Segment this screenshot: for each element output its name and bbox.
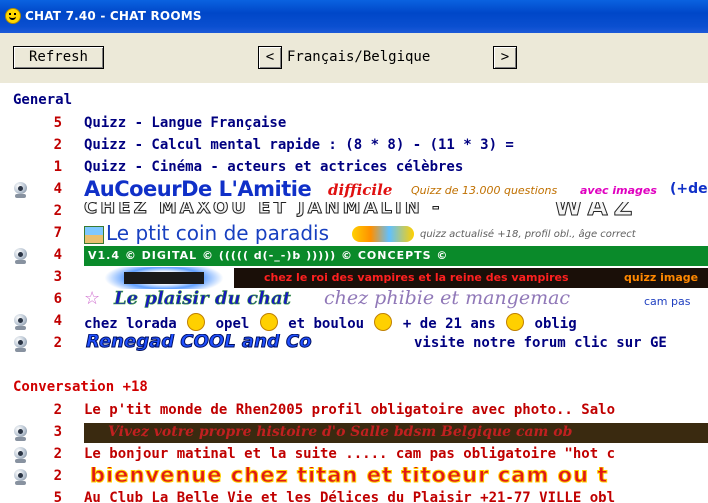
title-bar: CHAT 7.40 - CHAT ROOMS bbox=[0, 0, 708, 33]
room-name-part: oblig bbox=[534, 316, 577, 332]
webcam-icon bbox=[12, 181, 30, 199]
banner-text: Le plaisir du chat bbox=[114, 290, 292, 309]
room-banner[interactable]: Le ptit coin de paradis quizz actualisé … bbox=[84, 224, 708, 244]
room-name[interactable]: Quizz - Langue Française bbox=[84, 115, 286, 131]
toolbar: Refresh < Français/Belgique > bbox=[0, 33, 708, 83]
banner-text: bienvenue chez titan et titoeur cam ou t bbox=[89, 467, 609, 487]
room-row[interactable]: 2 Quizz - Calcul mental rapide : (8 * 8)… bbox=[0, 135, 708, 157]
banner-text: avec images bbox=[580, 184, 657, 197]
user-count: 2 bbox=[53, 335, 62, 351]
banner-text: (+de bbox=[670, 181, 708, 197]
room-row[interactable]: 3 chez le roi des vampires et la reine d… bbox=[0, 267, 708, 289]
banner-text: Quizz de 13.000 questions bbox=[411, 184, 558, 197]
banner-text: WAZ bbox=[554, 202, 639, 222]
webcam-icon bbox=[12, 247, 30, 265]
webcam-icon bbox=[12, 424, 30, 442]
room-banner[interactable]: chez le roi des vampires et la reine des… bbox=[234, 268, 708, 288]
room-row[interactable]: 5 Au Club La Belle Vie et les Délices du… bbox=[0, 488, 708, 503]
user-count: 4 bbox=[53, 313, 62, 329]
room-banner[interactable]: bienvenue chez titan et titoeur cam ou t bbox=[84, 467, 708, 487]
user-count: 4 bbox=[53, 247, 62, 263]
smiley-icon bbox=[259, 313, 278, 331]
room-row[interactable]: 7 Le ptit coin de paradis quizz actualis… bbox=[0, 223, 708, 245]
user-count: 7 bbox=[53, 225, 62, 241]
banner-text: chez phibie et mangemac bbox=[324, 290, 571, 309]
banner-text: V1.4 © DIGITAL © ((((( d(-_-)b ))))) © C… bbox=[88, 249, 449, 262]
user-count: 2 bbox=[53, 137, 62, 153]
room-banner[interactable]: ☆ Le plaisir du chat chez phibie et mang… bbox=[84, 290, 708, 310]
user-count: 3 bbox=[53, 269, 62, 285]
user-count: 5 bbox=[53, 490, 62, 503]
room-banner[interactable]: Vivez votre propre histoire d'o Salle bd… bbox=[84, 423, 708, 443]
room-banner[interactable]: CHEZ MAXOU ET JANMALIN - WAZ bbox=[84, 202, 708, 222]
star-icon: ☆ bbox=[84, 290, 101, 309]
room-name[interactable]: Quizz - Calcul mental rapide : (8 * 8) -… bbox=[84, 137, 514, 153]
user-count: 4 bbox=[53, 181, 62, 197]
room-name[interactable]: Le bonjour matinal et la suite ..... cam… bbox=[84, 446, 615, 462]
room-name-part: opel bbox=[215, 316, 250, 332]
banner-text: Renegad COOL and Co bbox=[86, 334, 313, 353]
room-banner[interactable]: Renegad COOL and Co bbox=[84, 334, 402, 354]
room-row[interactable]: 4 V1.4 © DIGITAL © ((((( d(-_-)b ))))) ©… bbox=[0, 245, 708, 267]
next-language-button[interactable]: > bbox=[493, 46, 517, 69]
webcam-icon bbox=[12, 468, 30, 486]
room-row[interactable]: 6 ☆ Le plaisir du chat chez phibie et ma… bbox=[0, 289, 708, 311]
room-row[interactable]: 1 Quizz - Cinéma - acteurs et actrices c… bbox=[0, 157, 708, 179]
window-title: CHAT 7.40 - CHAT ROOMS bbox=[25, 9, 202, 23]
room-name-part: chez lorada bbox=[84, 316, 177, 332]
previous-language-button[interactable]: < bbox=[258, 46, 282, 69]
room-name[interactable]: Le p'tit monde de Rhen2005 profil obliga… bbox=[84, 402, 615, 418]
room-row[interactable]: 4 AuCoeurDe L'Amitie difficile Quizz de … bbox=[0, 179, 708, 201]
room-description[interactable]: visite notre forum clic sur GE bbox=[414, 335, 667, 351]
webcam-icon bbox=[12, 335, 30, 353]
room-row[interactable]: 2 Le bonjour matinal et la suite ..... c… bbox=[0, 444, 708, 466]
room-row[interactable]: 5 Quizz - Langue Française bbox=[0, 113, 708, 135]
room-row[interactable]: 2 Renegad COOL and Co visite notre forum… bbox=[0, 333, 708, 355]
room-row[interactable]: 2 CHEZ MAXOU ET JANMALIN - WAZ bbox=[0, 201, 708, 223]
room-banner[interactable]: V1.4 © DIGITAL © ((((( d(-_-)b ))))) © C… bbox=[84, 246, 708, 266]
webcam-icon bbox=[12, 446, 30, 464]
banner-text: difficile bbox=[328, 181, 393, 199]
room-row[interactable]: 2 bienvenue chez titan et titoeur cam ou… bbox=[0, 466, 708, 488]
room-list[interactable]: General 5 Quizz - Langue Française 2 Qui… bbox=[0, 83, 708, 503]
smiley-icon bbox=[506, 313, 525, 331]
user-count: 3 bbox=[53, 424, 62, 440]
section-conversation: Conversation +18 bbox=[13, 379, 148, 395]
room-row[interactable]: 4 chez lorada opel et boulou + de 21 ans… bbox=[0, 311, 708, 333]
room-row[interactable]: 2 Le p'tit monde de Rhen2005 profil obli… bbox=[0, 400, 708, 422]
refresh-button[interactable]: Refresh bbox=[13, 46, 104, 69]
smiley-icon bbox=[187, 313, 206, 331]
island-icon bbox=[84, 226, 104, 244]
sun-icon bbox=[352, 226, 414, 242]
user-count: 2 bbox=[53, 203, 62, 219]
room-name[interactable]: Au Club La Belle Vie et les Délices du P… bbox=[84, 490, 615, 503]
banner-text: AuCoeurDe L'Amitie bbox=[84, 180, 312, 200]
language-label: Français/Belgique bbox=[287, 49, 431, 65]
banner-text: quizz actualisé +18, profil obl., âge co… bbox=[420, 229, 636, 240]
room-banner[interactable]: AuCoeurDe L'Amitie difficile Quizz de 13… bbox=[84, 180, 708, 200]
smiley-icon bbox=[5, 8, 21, 24]
banner-text: cam pas bbox=[644, 295, 691, 308]
user-count: 1 bbox=[53, 159, 62, 175]
banner-text: CHEZ MAXOU ET JANMALIN - bbox=[84, 202, 443, 219]
banner-text: Vivez votre propre histoire d'o Salle bd… bbox=[108, 424, 573, 440]
room-name-part: et boulou bbox=[288, 316, 365, 332]
user-count: 2 bbox=[53, 446, 62, 462]
banner-text: chez le roi des vampires et la reine des… bbox=[264, 271, 569, 284]
banner-graphic bbox=[84, 267, 234, 289]
room-name-part: + de 21 ans bbox=[402, 316, 496, 332]
room-name[interactable]: Quizz - Cinéma - acteurs et actrices cél… bbox=[84, 159, 463, 175]
user-count: 5 bbox=[53, 115, 62, 131]
user-count: 2 bbox=[53, 402, 62, 418]
user-count: 2 bbox=[53, 468, 62, 484]
banner-text: Le ptit coin de paradis bbox=[106, 224, 330, 244]
webcam-icon bbox=[12, 313, 30, 331]
smiley-icon bbox=[374, 313, 393, 331]
banner-text: quizz image bbox=[624, 271, 699, 284]
user-count: 6 bbox=[53, 291, 62, 307]
room-name[interactable]: chez lorada opel et boulou + de 21 ans o… bbox=[84, 313, 577, 332]
section-general: General bbox=[13, 92, 73, 108]
room-row[interactable]: 3 Vivez votre propre histoire d'o Salle … bbox=[0, 422, 708, 444]
